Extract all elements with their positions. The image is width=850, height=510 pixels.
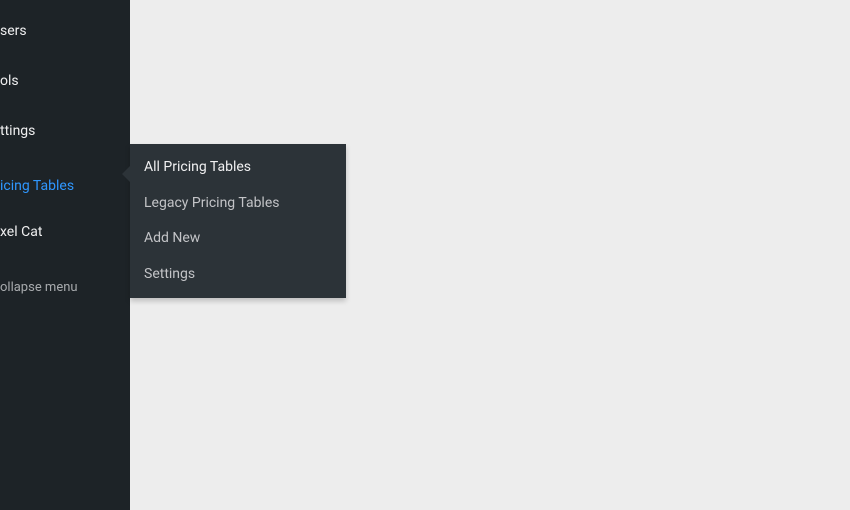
flyout-item-label: All Pricing Tables: [144, 159, 251, 175]
sidebar-item-pixel-cat[interactable]: xel Cat: [0, 216, 130, 248]
flyout-item-settings[interactable]: Settings: [130, 257, 346, 299]
admin-sidebar: sers ols ttings icing Tables xel Cat oll…: [0, 0, 130, 510]
sidebar-item-label: sers: [0, 23, 130, 39]
flyout-item-label: Add New: [144, 230, 200, 246]
sidebar-item-pricing-tables[interactable]: icing Tables: [0, 170, 130, 202]
sidebar-item-label: ttings: [0, 123, 130, 139]
flyout-item-label: Legacy Pricing Tables: [144, 195, 279, 211]
flyout-item-legacy-pricing-tables[interactable]: Legacy Pricing Tables: [130, 186, 346, 222]
sidebar-item-tools[interactable]: ols: [0, 65, 130, 97]
flyout-item-label: Settings: [144, 266, 195, 282]
sidebar-divider: [0, 147, 130, 164]
sidebar-item-label: ols: [0, 73, 130, 89]
sidebar-item-label: icing Tables: [0, 178, 130, 194]
flyout-item-all-pricing-tables[interactable]: All Pricing Tables: [130, 144, 346, 186]
collapse-menu[interactable]: ollapse menu: [0, 272, 130, 303]
sidebar-item-users[interactable]: sers: [0, 15, 130, 47]
flyout-item-add-new[interactable]: Add New: [130, 221, 346, 257]
sidebar-item-label: xel Cat: [0, 224, 130, 240]
collapse-menu-label: ollapse menu: [0, 280, 78, 295]
sidebar-item-settings[interactable]: ttings: [0, 115, 130, 147]
submenu-flyout: All Pricing Tables Legacy Pricing Tables…: [130, 144, 346, 298]
